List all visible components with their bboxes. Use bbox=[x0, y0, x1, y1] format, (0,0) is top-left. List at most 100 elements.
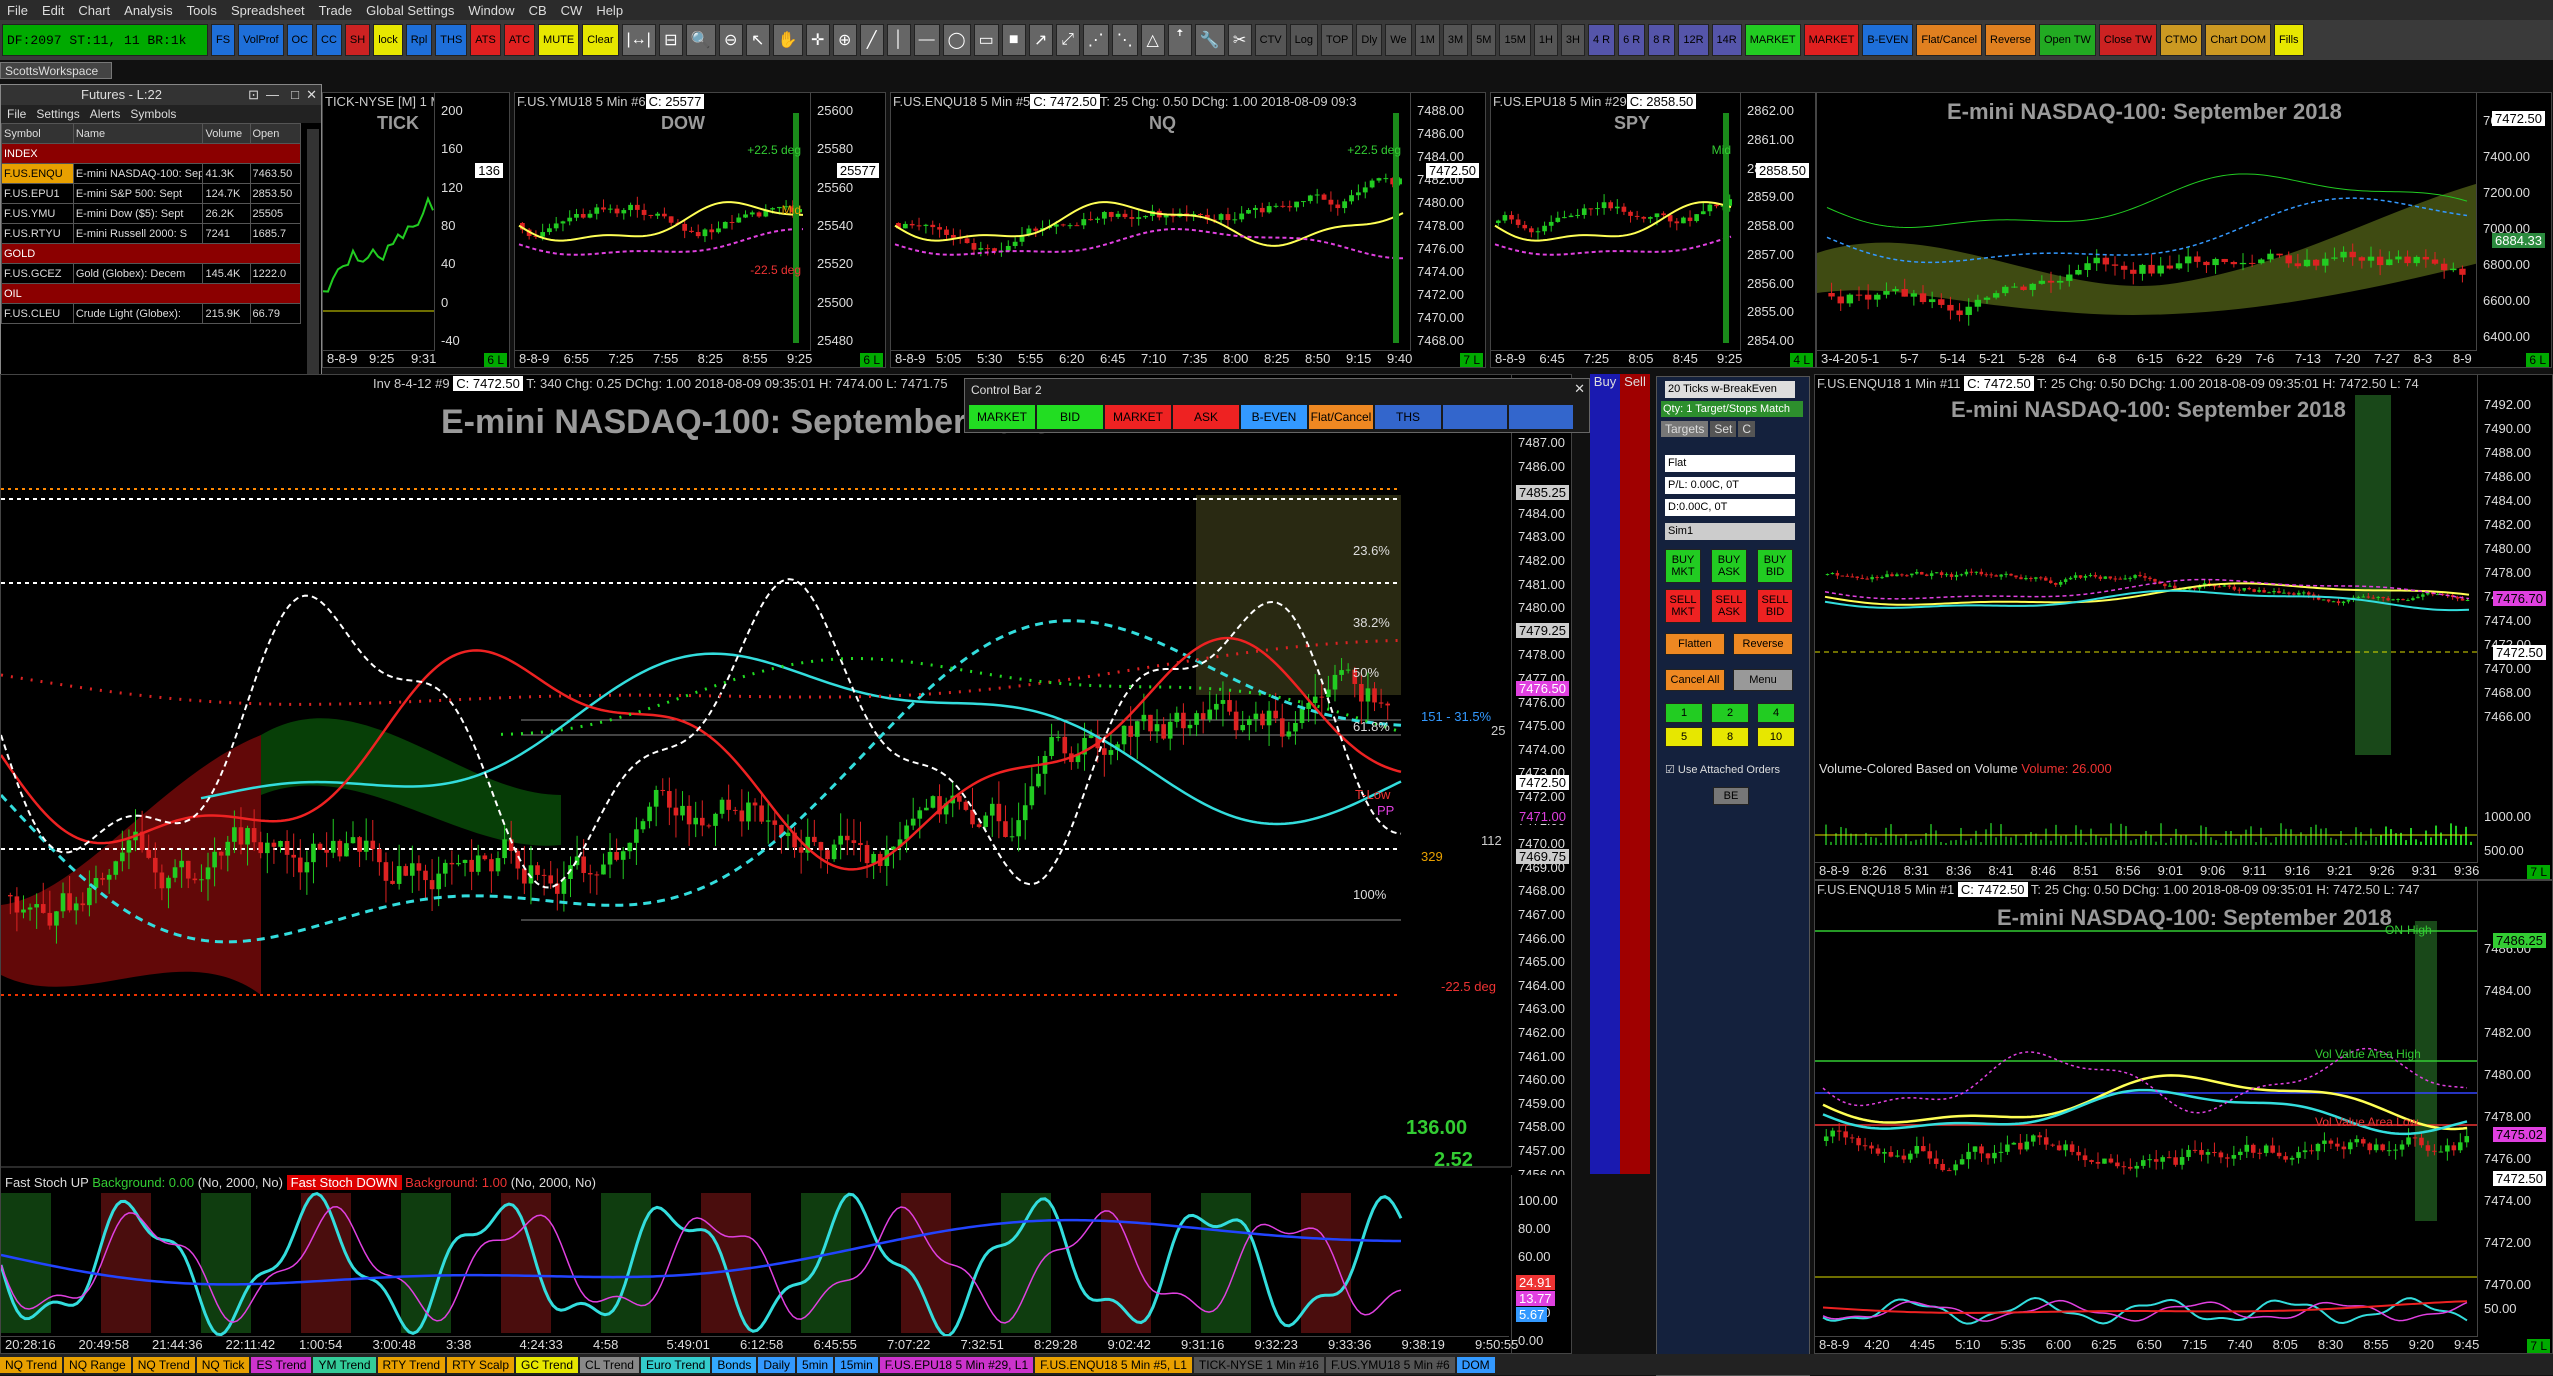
drawing-tool-0-icon[interactable]: |↔| bbox=[621, 24, 656, 56]
menu-global-settings[interactable]: Global Settings bbox=[359, 3, 461, 18]
8-r-button[interactable]: 8 R bbox=[1648, 24, 1676, 56]
quote-group-row[interactable]: INDEX bbox=[1, 143, 301, 164]
control-tool-button[interactable] bbox=[1443, 405, 1507, 429]
menu-spreadsheet[interactable]: Spreadsheet bbox=[224, 3, 312, 18]
drawing-tool-14-icon[interactable]: ↗ bbox=[1028, 24, 1053, 56]
menu-window[interactable]: Window bbox=[461, 3, 521, 18]
buy-mkt-button[interactable]: BUY MKT bbox=[1665, 549, 1701, 583]
sell-bid-button[interactable]: SELL BID bbox=[1757, 589, 1793, 623]
chartbook-tab[interactable]: NQ Trend bbox=[132, 1356, 195, 1373]
market-button[interactable]: MARKET bbox=[1803, 24, 1860, 56]
main-chart-pane[interactable]: Inv 8-4-12 #9 C: 7472.50 T: 340 Chg: 0.2… bbox=[0, 374, 1572, 1354]
lock-button[interactable]: lock bbox=[373, 24, 403, 56]
quote-row[interactable]: F.US.CLEU Crude Light (Globex): 215.9K 66.7… bbox=[1, 303, 301, 324]
menu-chart[interactable]: Chart bbox=[71, 3, 117, 18]
drawing-tool-17-icon[interactable]: ⋱ bbox=[1111, 24, 1138, 56]
window-close-icon[interactable]: ✕ bbox=[306, 85, 317, 105]
clear-button[interactable]: Clear bbox=[582, 24, 619, 56]
right-bottom-time-axis[interactable]: 8-8-9 4:20 4:45 5:10 5:35 6:00 6:25 6:50 7:15 7:4… bbox=[1815, 1336, 2479, 1353]
buy-ask-button[interactable]: BUY ASK bbox=[1711, 549, 1747, 583]
drawing-tool-10-icon[interactable]: — bbox=[913, 24, 940, 56]
qty-8-button[interactable]: 8 bbox=[1711, 727, 1749, 747]
chartbook-tab[interactable]: TICK-NYSE 1 Min #16 bbox=[1193, 1356, 1324, 1373]
menu-analysis[interactable]: Analysis bbox=[117, 3, 179, 18]
tab-targets[interactable]: Targets bbox=[1661, 421, 1709, 437]
chartbook-tab[interactable]: F.US.YMU18 5 Min #6 bbox=[1325, 1356, 1455, 1373]
drawing-tool-15-icon[interactable]: ⤢ bbox=[1055, 24, 1080, 56]
market-button[interactable]: MARKET bbox=[1744, 24, 1801, 56]
drawing-tool-5-icon[interactable]: ✋ bbox=[772, 24, 803, 56]
control-b-even-button[interactable]: B-EVEN bbox=[1241, 405, 1307, 429]
qty-1-button[interactable]: 1 bbox=[1665, 703, 1703, 723]
mini-chart-spy-pane[interactable]: F.US.EPU18 5 Min #29 C: 2858.50 SPY 2862.00… bbox=[1490, 92, 1816, 368]
reverse-button[interactable]: Reverse bbox=[1733, 633, 1793, 655]
quote-group-row[interactable]: GOLD bbox=[1, 243, 301, 264]
12r-button[interactable]: 12R bbox=[1678, 24, 1709, 56]
chartbook-tab[interactable]: F.US.EPU18 5 Min #29, L1 bbox=[879, 1356, 1034, 1373]
right-top-price-axis[interactable]: 7492.00 7490.00 7488.00 7486.00 7484.00 7482.… bbox=[2477, 375, 2552, 879]
qty-2-button[interactable]: 2 bbox=[1711, 703, 1749, 723]
chartbook-tab[interactable]: YM Trend bbox=[313, 1356, 376, 1373]
mini-time-axis[interactable]: 8-8-9 6:45 7:25 8:05 8:45 9:25 bbox=[1491, 350, 1742, 367]
quote-column-header[interactable]: Symbol bbox=[1, 123, 74, 144]
menu-edit[interactable]: Edit bbox=[35, 3, 71, 18]
menu-trade[interactable]: Trade bbox=[312, 3, 359, 18]
quote-column-header[interactable]: Volume bbox=[202, 123, 251, 144]
mini-price-axis[interactable]: 2862.002861.002860.002859.002858.002857.… bbox=[1740, 93, 1815, 367]
quote-row[interactable]: F.US.ENQU E-mini NASDAQ-100: Sep 41.3K 7463… bbox=[1, 163, 301, 184]
mini-time-axis[interactable]: 8-8-9 5:05 5:30 5:55 6:20 6:45 7:10 7:35 8:00 8:2… bbox=[891, 350, 1412, 367]
mini-chart-tick-pane[interactable]: TICK-NYSE [M] 1 Min TICK 200 160 120 80 40 0 -40… bbox=[322, 92, 510, 368]
control-bar-close-icon[interactable]: ✕ bbox=[1574, 381, 1585, 397]
1m-button[interactable]: 1M bbox=[1414, 24, 1440, 56]
quote-row[interactable]: F.US.GCEZ Gold (Globex): Decem 145.4K 1222.… bbox=[1, 263, 301, 284]
chartbook-tab[interactable]: Daily bbox=[758, 1356, 796, 1373]
mini-time-axis[interactable]: 8-8-9 6:55 7:25 7:55 8:25 8:55 9:25 bbox=[515, 350, 812, 367]
mini-chart-nq-pane[interactable]: F.US.ENQU18 5 Min #5 C: 7472.50 T: 25 Chg:… bbox=[890, 92, 1486, 368]
chartbook-tab[interactable]: Bonds bbox=[712, 1356, 757, 1373]
ats-button[interactable]: ATS bbox=[470, 24, 501, 56]
futures-menu-alerts[interactable]: Alerts bbox=[90, 107, 121, 121]
control-ths-button[interactable]: THS bbox=[1375, 405, 1441, 429]
drawing-tool-9-icon[interactable]: │ bbox=[886, 24, 911, 56]
account-select[interactable]: Sim1 bbox=[1665, 523, 1795, 540]
qty-4-button[interactable]: 4 bbox=[1757, 703, 1795, 723]
dly-button[interactable]: Dly bbox=[1356, 24, 1383, 56]
chartbook-tab[interactable]: NQ Tick bbox=[196, 1356, 250, 1373]
control-market-button[interactable]: MARKET bbox=[1105, 405, 1171, 429]
chartbook-tab[interactable]: 5min bbox=[797, 1356, 834, 1373]
drawing-tool-18-icon[interactable]: △ bbox=[1140, 24, 1165, 56]
control-tool-button[interactable] bbox=[1509, 405, 1573, 429]
menu-tools[interactable]: Tools bbox=[180, 3, 224, 18]
fills-button[interactable]: Fills bbox=[2273, 24, 2304, 56]
chartbook-tab[interactable]: Euro Trend bbox=[640, 1356, 711, 1373]
drawing-tool-16-icon[interactable]: ⋰ bbox=[1082, 24, 1109, 56]
drawing-tool-4-icon[interactable]: ↖ bbox=[745, 24, 770, 56]
quote-scrollbar[interactable] bbox=[307, 129, 319, 379]
target-dropdown[interactable]: 20 Ticks w-BreakEven bbox=[1665, 381, 1795, 398]
chartbook-tab[interactable]: CL Trend bbox=[580, 1356, 639, 1373]
menu-help[interactable]: Help bbox=[589, 3, 630, 18]
daily-price-axis[interactable]: 7600.007400.007200.007000.006800.006600.… bbox=[2476, 93, 2551, 367]
1h-button[interactable]: 1H bbox=[1533, 24, 1558, 56]
chartbook-tab[interactable]: RTY Scalp bbox=[447, 1356, 515, 1373]
b-even-button[interactable]: B-EVEN bbox=[1862, 24, 1914, 56]
tab-c[interactable]: C bbox=[1738, 421, 1756, 437]
sh-button[interactable]: SH bbox=[344, 24, 371, 56]
oc-button[interactable]: OC bbox=[286, 24, 314, 56]
right-5min-chart-pane[interactable]: F.US.ENQU18 5 Min #1 C: 7472.50 T: 25 Ch… bbox=[1814, 880, 2553, 1354]
futures-menu-file[interactable]: File bbox=[7, 107, 26, 121]
drawing-tool-6-icon[interactable]: ✛ bbox=[805, 24, 830, 56]
be-button[interactable]: BE bbox=[1713, 787, 1749, 805]
qty-10-button[interactable]: 10 bbox=[1757, 727, 1795, 747]
control-bid-button[interactable]: BID bbox=[1037, 405, 1103, 429]
chartbook-tab[interactable]: DOM bbox=[1456, 1356, 1495, 1373]
window-minimize-icon[interactable]: — bbox=[266, 85, 279, 105]
control-ask-button[interactable]: ASK bbox=[1173, 405, 1239, 429]
dom-buy-column[interactable]: Buy bbox=[1590, 374, 1620, 1174]
chartbook-tab[interactable]: F.US.ENQU18 5 Min #5, L1 bbox=[1035, 1356, 1192, 1373]
buy-bid-button[interactable]: BUY BID bbox=[1757, 549, 1793, 583]
mini-chart-dow-pane[interactable]: F.US.YMU18 5 Min #6 C: 25577 DOW 25600 25580… bbox=[514, 92, 886, 368]
drawing-tool-7-icon[interactable]: ⊕ bbox=[832, 24, 857, 56]
daily-chart-pane[interactable]: E-mini NASDAQ-100: September 2018 7600.0… bbox=[1816, 92, 2552, 368]
close-tw-button[interactable]: Close TW bbox=[2098, 24, 2157, 56]
